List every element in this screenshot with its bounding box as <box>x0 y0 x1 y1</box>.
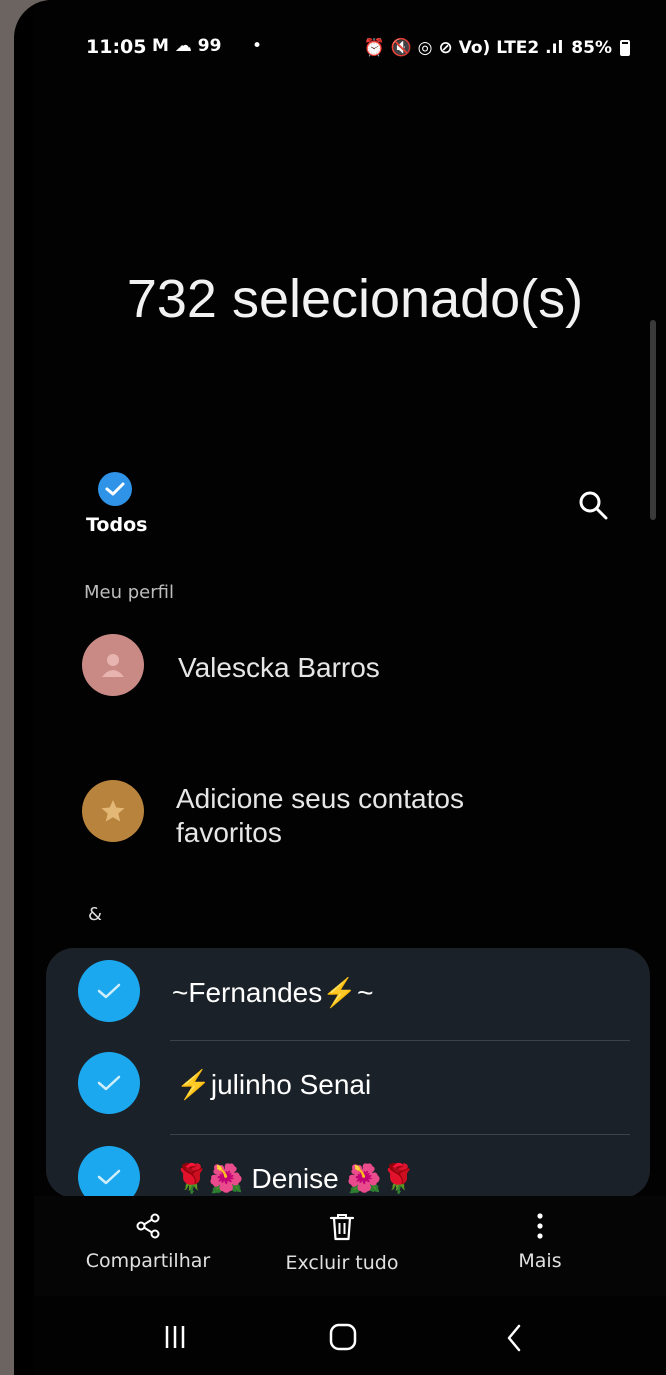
status-system-icons: ⏰ 🔇 ◎ ⊘ Vo) LTE2 .ıl 85% <box>364 38 630 58</box>
favorites-prompt-line2: favoritos <box>176 817 282 848</box>
status-notification-icons: M ☁ 99 <box>152 36 222 56</box>
divider <box>170 1134 630 1135</box>
delete-all-label: Excluir tudo <box>285 1252 399 1274</box>
check-icon <box>97 983 121 999</box>
profile-name: Valescka Barros <box>178 652 380 683</box>
battery-icon <box>620 40 630 56</box>
select-all-label[interactable]: Todos <box>86 514 147 536</box>
selected-checkbox[interactable] <box>78 1146 140 1196</box>
favorites-prompt: Adicione seus contatos favoritos <box>176 782 464 850</box>
index-letter: & <box>88 904 103 925</box>
trash-icon <box>329 1214 355 1241</box>
more-label: Mais <box>518 1250 562 1272</box>
profile-row[interactable]: Valescka Barros <box>68 626 418 706</box>
select-all-checkbox[interactable] <box>98 472 132 506</box>
person-icon <box>102 654 124 677</box>
contact-name: 🌹🌺 Denise 🌺🌹 <box>174 1163 417 1194</box>
share-button[interactable]: Compartilhar <box>68 1212 228 1272</box>
more-vertical-icon <box>537 1213 543 1239</box>
back-icon[interactable] <box>500 1320 528 1356</box>
page-title: 732 selecionado(s) <box>126 269 584 329</box>
contact-name: ~Fernandes⚡~ <box>172 977 374 1008</box>
screen: 11:05 M ☁ 99 • ⏰ 🔇 ◎ ⊘ Vo) LTE2 .ıl 85% … <box>34 0 666 1375</box>
phone-frame: 11:05 M ☁ 99 • ⏰ 🔇 ◎ ⊘ Vo) LTE2 .ıl 85% … <box>14 0 666 1375</box>
selected-checkbox[interactable] <box>78 960 140 1022</box>
profile-section-label: Meu perfil <box>84 582 174 603</box>
favorites-prompt-line1: Adicione seus contatos <box>176 783 464 814</box>
check-icon <box>97 1169 121 1185</box>
selected-checkbox[interactable] <box>78 1052 140 1114</box>
check-icon <box>97 1075 121 1091</box>
battery-percent: 85% <box>571 38 612 58</box>
status-system-icon-group: ⏰ 🔇 ◎ ⊘ Vo) LTE2 .ıl <box>363 38 564 58</box>
home-icon[interactable] <box>326 1320 360 1354</box>
contact-name: ⚡julinho Senai <box>176 1069 372 1100</box>
divider <box>170 1040 630 1041</box>
avatar <box>82 780 144 842</box>
delete-all-button[interactable]: Excluir tudo <box>272 1212 412 1274</box>
list-item[interactable]: ⚡julinho Senai <box>64 1050 644 1120</box>
more-button[interactable]: Mais <box>500 1212 580 1272</box>
recent-apps-icon[interactable] <box>160 1320 190 1354</box>
scrollbar[interactable] <box>650 320 656 520</box>
favorites-row[interactable]: Adicione seus contatos favoritos <box>68 766 508 856</box>
search-icon[interactable] <box>576 488 610 522</box>
status-more-dot: • <box>252 36 263 56</box>
avatar <box>82 634 144 696</box>
share-icon <box>136 1213 160 1239</box>
share-label: Compartilhar <box>85 1250 211 1272</box>
check-icon <box>105 482 125 496</box>
star-icon <box>101 800 125 822</box>
list-item[interactable]: 🌹🌺 Denise 🌺🌹 <box>64 1144 644 1196</box>
list-item[interactable]: ~Fernandes⚡~ <box>64 958 644 1028</box>
status-time: 11:05 <box>86 36 147 58</box>
